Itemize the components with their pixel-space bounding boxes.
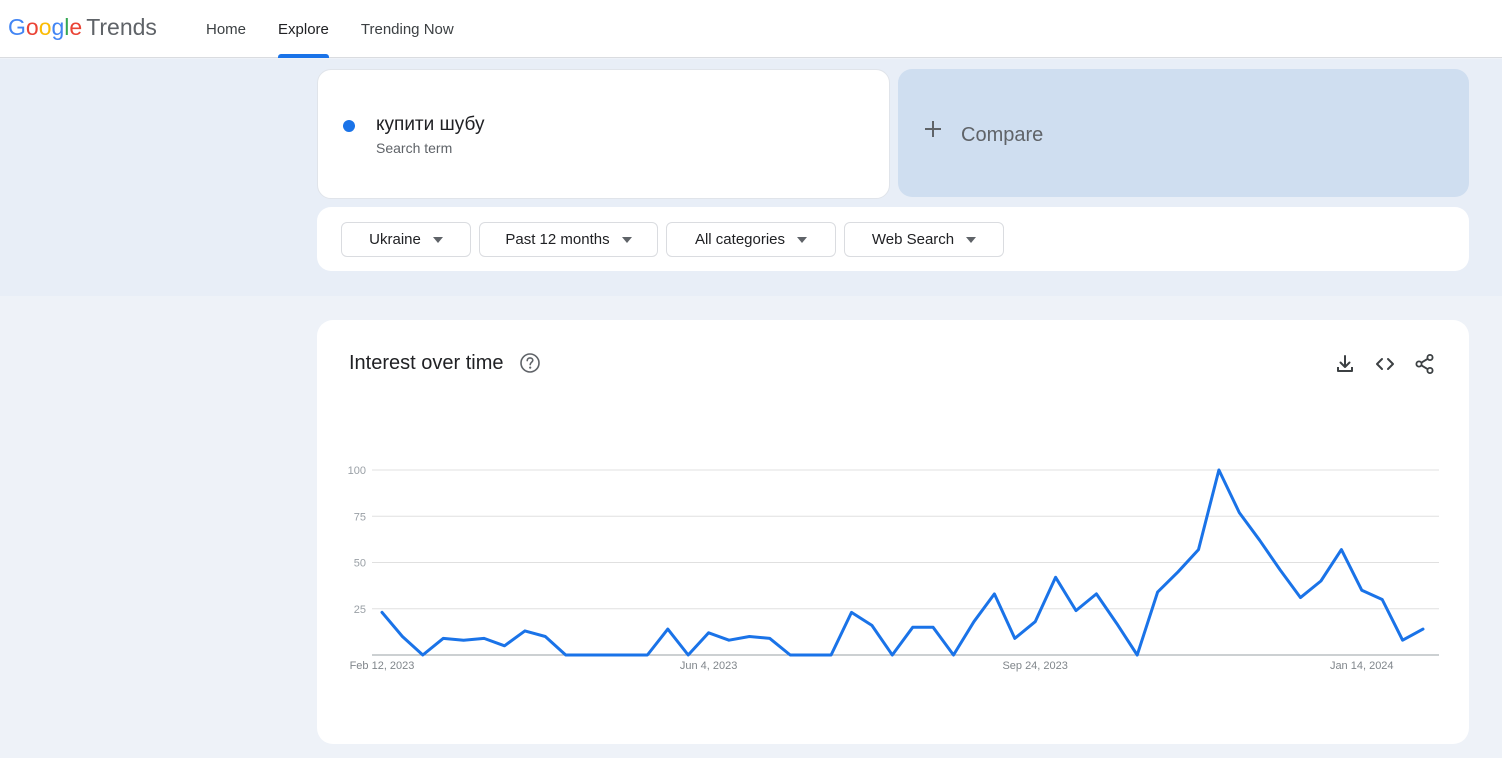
chart-gridlines — [372, 469, 1439, 656]
x-tick-label: Jun 4, 2023 — [680, 660, 738, 672]
logo-letter: g — [51, 14, 65, 40]
x-tick-label: Feb 12, 2023 — [350, 660, 415, 672]
category-label: All categories — [694, 231, 786, 248]
google-wordmark: Google — [8, 14, 82, 41]
y-tick-label: 100 — [348, 465, 366, 477]
dropdown-arrow-icon — [966, 236, 977, 243]
dropdown-arrow-icon — [797, 236, 808, 243]
google-trends-logo[interactable]: Google Trends — [8, 14, 157, 44]
region-label: Ukraine — [369, 231, 421, 248]
nav-trending-now[interactable]: Trending Now — [345, 0, 470, 58]
nav-home[interactable]: Home — [190, 0, 262, 58]
compare-label: Compare — [961, 124, 1044, 146]
download-icon[interactable] — [1333, 352, 1357, 376]
x-tick-label: Jan 14, 2024 — [1330, 660, 1394, 672]
search-term-text[interactable]: купити шубу — [376, 114, 484, 136]
interest-line-chart[interactable]: 25 50 75 100 Feb 12, 2023 Jun 4, 2023 Sep 24, … — [317, 320, 1469, 744]
y-tick-label: 50 — [354, 558, 366, 570]
time-range-label: Past 12 months — [505, 231, 610, 248]
interest-over-time-card: Interest over time 25 50 75 100 Feb 12, 2023… — [317, 320, 1469, 744]
plus-icon — [925, 121, 941, 137]
logo-letter: o — [38, 14, 52, 40]
help-icon[interactable] — [519, 352, 541, 374]
main-nav: Home Explore Trending Now — [190, 0, 470, 58]
search-term-card[interactable]: купити шубу Search term — [317, 69, 890, 199]
chart-title: Interest over time — [349, 352, 504, 374]
category-dropdown[interactable]: All categories — [666, 222, 836, 257]
dropdown-arrow-icon — [432, 236, 443, 243]
dropdown-arrow-icon — [621, 236, 632, 243]
logo-letter: G — [8, 14, 26, 40]
region-dropdown[interactable]: Ukraine — [341, 222, 471, 257]
chart-axis-labels: 25 50 75 100 Feb 12, 2023 Jun 4, 2023 Sep 24, … — [348, 465, 1394, 672]
embed-code-icon[interactable] — [1373, 352, 1397, 376]
term-color-dot — [343, 120, 355, 132]
logo-letter: o — [25, 14, 39, 40]
top-app-bar: Google Trends Home Explore Trending Now — [0, 0, 1502, 58]
logo-letter: e — [69, 14, 83, 40]
trends-wordmark: Trends — [86, 14, 157, 40]
filter-bar: Ukraine Past 12 months All categories We… — [317, 207, 1469, 271]
x-tick-label: Sep 24, 2023 — [1002, 660, 1067, 672]
search-type-dropdown[interactable]: Web Search — [844, 222, 1004, 257]
search-type-label: Web Search — [871, 231, 955, 248]
series-line-kupyty-shubu[interactable] — [380, 468, 1425, 657]
compare-button[interactable]: Compare — [898, 69, 1469, 197]
share-icon[interactable] — [1413, 352, 1437, 376]
y-tick-label: 25 — [354, 604, 366, 616]
nav-explore[interactable]: Explore — [262, 0, 345, 58]
time-range-dropdown[interactable]: Past 12 months — [479, 222, 658, 257]
y-tick-label: 75 — [354, 511, 366, 523]
search-term-type: Search term — [376, 140, 453, 156]
chart-series-layer — [380, 468, 1425, 657]
